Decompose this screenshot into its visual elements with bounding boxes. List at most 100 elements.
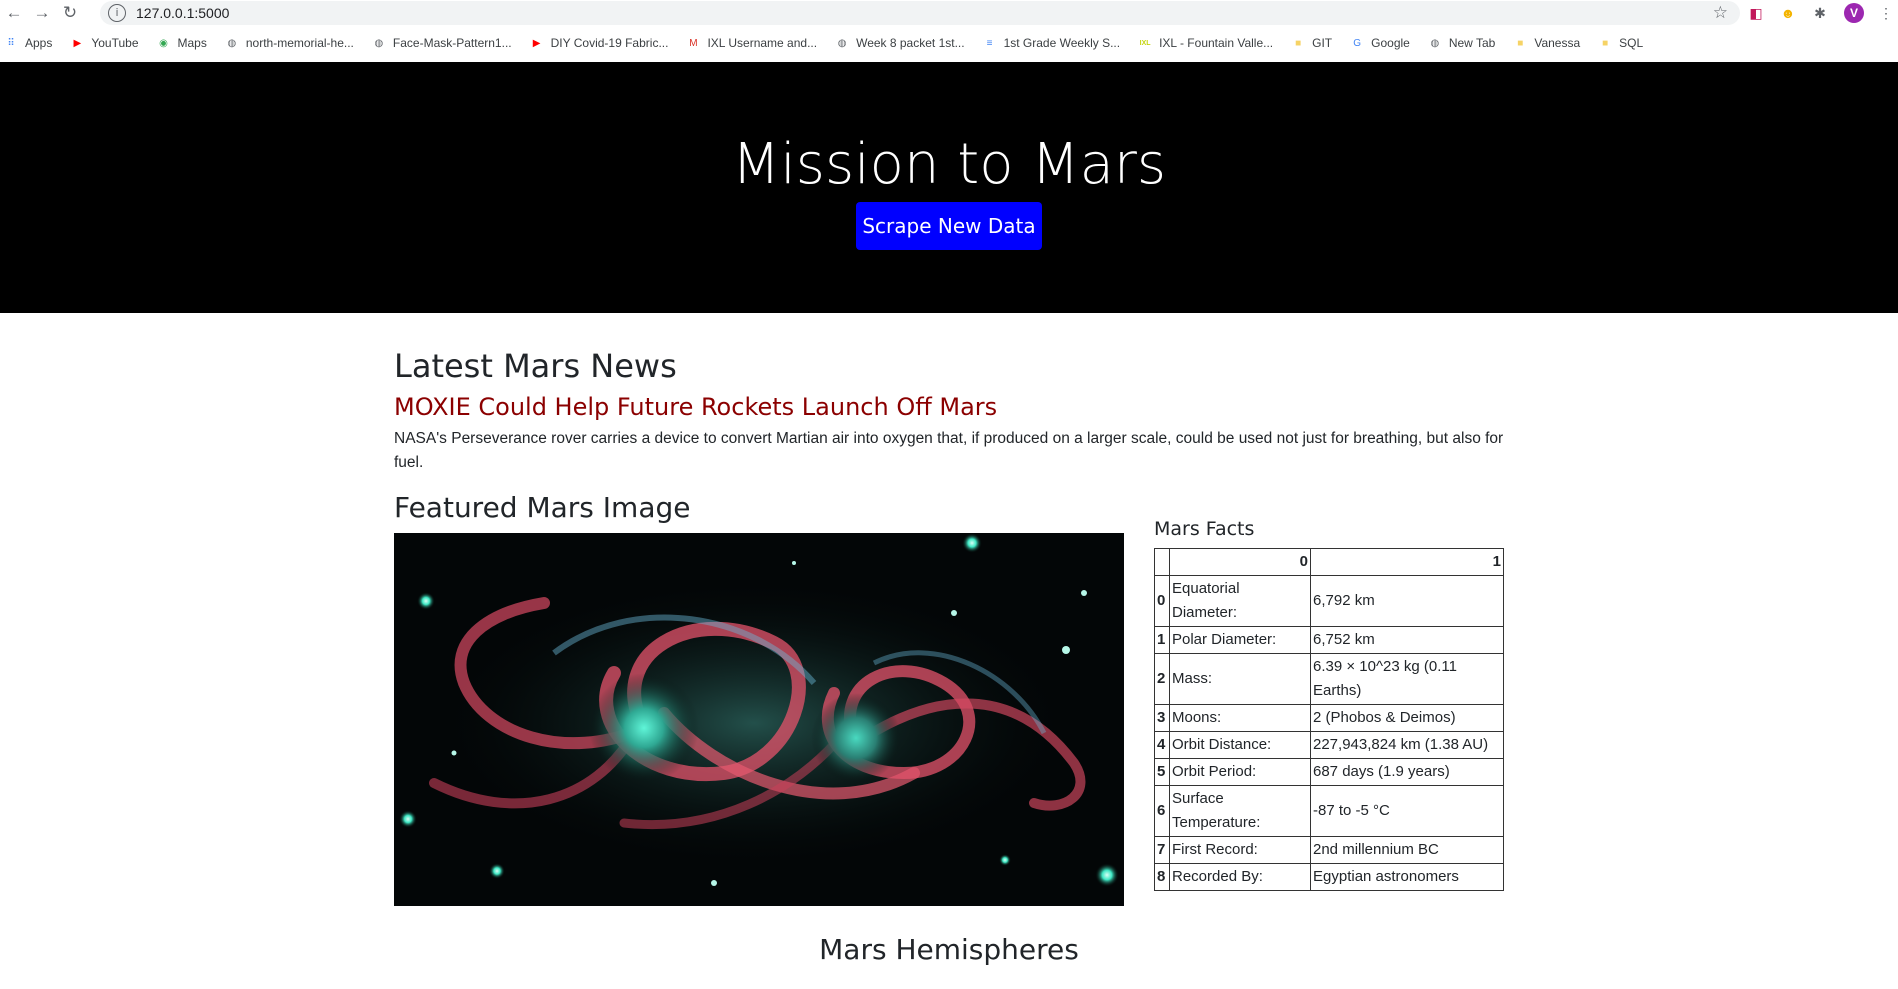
site-info-icon[interactable]: i (108, 4, 126, 22)
apps-grid-icon: ⠿ (7, 37, 15, 49)
table-row: 0 Equatorial Diameter: 6,792 km (1154, 575, 1504, 627)
featured-mars-image (394, 533, 1124, 906)
folder-icon: ■ (1602, 37, 1609, 49)
bookmark-item[interactable]: ◍ New Tab (1428, 36, 1495, 50)
address-bar[interactable]: i 127.0.0.1:5000 ☆ (100, 1, 1740, 25)
gmail-icon: M (689, 37, 698, 49)
fact-value: 2nd millennium BC (1310, 836, 1504, 864)
bookmark-item[interactable]: ▶ DIY Covid-19 Fabric... (530, 36, 669, 50)
news-paragraph: NASA's Perseverance rover carries a devi… (394, 430, 1504, 471)
extensions-puzzle-icon[interactable]: ✱ (1810, 3, 1830, 23)
bookmark-label: north-memorial-he... (245, 36, 354, 50)
mars-facts-heading: Mars Facts (1154, 518, 1255, 540)
news-title: MOXIE Could Help Future Rockets Launch O… (394, 393, 998, 421)
bookmark-item[interactable]: ◉ Maps (157, 36, 207, 50)
bookmark-label: New Tab (1448, 36, 1496, 50)
bookmark-item[interactable]: ≡ 1st Grade Weekly S... (983, 36, 1121, 50)
bookmark-item[interactable]: M IXL Username and... (686, 36, 817, 50)
bookmark-label: Week 8 packet 1st... (856, 36, 965, 50)
globe-icon: ◍ (227, 37, 237, 49)
fact-label: Orbit Distance: (1169, 731, 1311, 759)
bookmark-label: IXL Username and... (707, 36, 818, 50)
row-index: 5 (1154, 758, 1170, 786)
fact-value: -87 to -5 °C (1310, 785, 1504, 837)
google-icon: G (1353, 37, 1362, 49)
bookmark-item[interactable]: ◍ Week 8 packet 1st... (835, 36, 965, 50)
menu-kebab-icon[interactable]: ⋮ (1876, 3, 1896, 23)
bookmark-label: Vanessa (1534, 36, 1581, 50)
column-header: 0 (1169, 548, 1311, 576)
latest-news-heading: Latest Mars News (394, 347, 677, 385)
mars-facts-table: 0 1 0 Equatorial Diameter: 6,792 km 1 Polar … (1154, 548, 1504, 891)
fact-label: Recorded By: (1169, 863, 1311, 891)
globe-icon: ◍ (837, 37, 847, 49)
fact-label: First Record: (1169, 836, 1311, 864)
table-row: 6 Surface Temperature: -87 to -5 °C (1154, 785, 1504, 837)
table-header-row: 0 1 (1154, 548, 1504, 576)
back-arrow-icon[interactable]: ← (0, 0, 28, 26)
folder-icon: ■ (1517, 37, 1524, 49)
fact-value: 6.39 × 10^23 kg (0.11 Earths) (1310, 653, 1504, 705)
profile-avatar[interactable]: V (1844, 3, 1864, 23)
pocket-extension-icon[interactable]: ◧ (1746, 3, 1766, 23)
bookmark-item[interactable]: ◍ Face-Mask-Pattern1... (372, 36, 512, 50)
bookmark-item[interactable]: G Google (1350, 36, 1410, 50)
row-index: 8 (1154, 863, 1170, 891)
bookmark-label: Apps (25, 36, 53, 50)
featured-image-heading: Featured Mars Image (394, 491, 691, 524)
fact-label: Mass: (1169, 653, 1311, 705)
reload-icon[interactable]: ↻ (56, 0, 84, 26)
row-index: 7 (1154, 836, 1170, 864)
fact-label: Equatorial Diameter: (1169, 575, 1311, 627)
row-index: 4 (1154, 731, 1170, 759)
bookmarks-bar: ⠿ Apps ▶ YouTube ◉ Maps ◍ north-memorial-he... ◍… (0, 30, 1898, 56)
fact-value: Egyptian astronomers (1310, 863, 1504, 891)
bookmark-item[interactable]: ■ SQL (1598, 36, 1643, 50)
folder-icon: ■ (1295, 37, 1302, 49)
fact-value: 227,943,824 km (1.38 AU) (1310, 731, 1504, 759)
scrape-new-data-button[interactable]: Scrape New Data (856, 202, 1042, 250)
bookmark-item[interactable]: ⠿ Apps (4, 36, 52, 50)
bookmark-label: YouTube (91, 36, 139, 50)
globe-icon: ◍ (1430, 37, 1440, 49)
fact-value: 2 (Phobos & Deimos) (1310, 704, 1504, 732)
bookmark-label: 1st Grade Weekly S... (1003, 36, 1121, 50)
page-title: Mission to Mars (731, 132, 1167, 197)
column-header: 1 (1310, 548, 1504, 576)
bookmark-item[interactable]: ■ GIT (1291, 36, 1332, 50)
bookmark-item[interactable]: ■ Vanessa (1513, 36, 1580, 50)
bookmark-item[interactable]: ◍ north-memorial-he... (225, 36, 354, 50)
url-text: 127.0.0.1:5000 (136, 5, 230, 21)
row-index: 2 (1154, 653, 1170, 705)
fact-label: Polar Diameter: (1169, 626, 1311, 654)
bookmark-label: Maps (177, 36, 207, 50)
bookmark-item[interactable]: IXL IXL - Fountain Valle... (1138, 36, 1274, 50)
bookmark-label: SQL (1619, 36, 1644, 50)
bookmark-label: Face-Mask-Pattern1... (392, 36, 512, 50)
bookmark-label: IXL - Fountain Valle... (1159, 36, 1274, 50)
fact-label: Moons: (1169, 704, 1311, 732)
bookmark-label: DIY Covid-19 Fabric... (550, 36, 669, 50)
table-row: 4 Orbit Distance: 227,943,824 km (1.38 AU) (1154, 731, 1504, 759)
jumbotron: Mission to Mars Scrape New Data (0, 62, 1898, 313)
fact-value: 6,792 km (1310, 575, 1504, 627)
extension-face-icon[interactable]: ☻ (1778, 3, 1798, 23)
table-row: 1 Polar Diameter: 6,752 km (1154, 626, 1504, 654)
table-row: 7 First Record: 2nd millennium BC (1154, 836, 1504, 864)
bookmark-label: Google (1371, 36, 1410, 50)
docs-icon: ≡ (986, 37, 993, 49)
maps-pin-icon: ◉ (159, 37, 168, 49)
fact-value: 6,752 km (1310, 626, 1504, 654)
table-row: 2 Mass: 6.39 × 10^23 kg (0.11 Earths) (1154, 653, 1504, 705)
globe-icon: ◍ (374, 37, 384, 49)
bookmark-star-icon[interactable]: ☆ (1713, 3, 1728, 23)
table-row: 5 Orbit Period: 687 days (1.9 years) (1154, 758, 1504, 786)
row-index: 6 (1154, 785, 1170, 837)
column-header (1154, 548, 1170, 576)
table-row: 3 Moons: 2 (Phobos & Deimos) (1154, 704, 1504, 732)
bookmark-item[interactable]: ▶ YouTube (70, 36, 139, 50)
forward-arrow-icon[interactable]: → (28, 0, 56, 26)
fact-value: 687 days (1.9 years) (1310, 758, 1504, 786)
youtube-icon: ▶ (532, 37, 541, 49)
ixl-icon: IXL (1139, 39, 1151, 47)
